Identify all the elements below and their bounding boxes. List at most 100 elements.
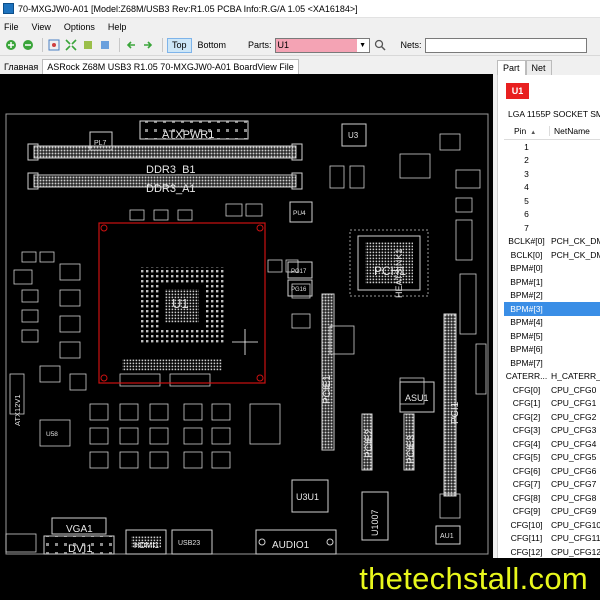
table-row[interactable]: CFG[10] CPU_CFG10 <box>504 518 600 532</box>
forward-arrow-icon[interactable] <box>141 39 154 52</box>
table-row[interactable]: CFG[5] CPU_CFG5 <box>504 451 600 465</box>
pcie1-label: PCIE1 <box>322 375 333 404</box>
watermark: thetechstall.com <box>0 558 600 600</box>
title-bar: 70-MXGJW0-A01 [Model:Z68M/USB3 Rev:R1.05… <box>0 0 600 18</box>
part-description: LGA 1155P SOCKET SMT <box>508 109 600 119</box>
zoom-out-icon[interactable] <box>21 39 34 52</box>
pin-cell: CFG[7] <box>512 479 541 490</box>
board-view-canvas[interactable]: ATXPWR1 DDR3_B1 DDR3_A1 PL7 U3 PU4 PG17 … <box>0 74 493 558</box>
table-row[interactable]: BPM#[6] <box>504 343 600 357</box>
ddr3-b1-label: DDR3_B1 <box>146 164 196 176</box>
table-row[interactable]: BPM#[4] <box>504 316 600 330</box>
table-row[interactable]: CFG[0] CPU_CFG0 <box>504 383 600 397</box>
parts-input[interactable] <box>275 38 357 52</box>
pcie1-slot[interactable] <box>321 293 335 451</box>
pin-cell: 1 <box>524 141 529 152</box>
top-side-toggle[interactable]: Top <box>167 37 192 53</box>
tab-boardview-file[interactable]: ASRock Z68M USB3 R1.05 70-MXGJW0-A01 Boa… <box>42 59 299 74</box>
netname-cell: CPU_CFG10 <box>551 519 600 530</box>
netname-cell: CPU_CFG12 <box>551 546 600 557</box>
watermark-text: thetechstall.com <box>359 561 588 596</box>
table-row[interactable]: CATERR...H_CATERR_N <box>504 370 600 384</box>
table-row[interactable]: 3 <box>504 167 600 181</box>
pin-cell: CFG[3] <box>512 425 541 436</box>
bottom-side-toggle[interactable]: Bottom <box>194 38 231 53</box>
pl7-label: PL7 <box>94 140 107 147</box>
table-row[interactable]: BPM#[2] <box>504 289 600 303</box>
table-row[interactable]: CFG[7] CPU_CFG7 <box>504 478 600 492</box>
atx12v-label: ATX12V1 <box>13 394 22 426</box>
table-row[interactable]: 5 <box>504 194 600 208</box>
tab-home[interactable]: Главная <box>0 59 42 74</box>
pin-cell: CFG[8] <box>512 492 541 503</box>
menu-file[interactable]: File <box>4 22 19 32</box>
table-row[interactable]: BCLK[0] PCH_CK_DMI <box>504 248 600 262</box>
pin-cell: BCLK[0] <box>510 249 543 260</box>
parts-label: Parts: <box>248 40 272 50</box>
pcie3-label: PCIE3 <box>406 435 417 464</box>
table-row[interactable]: BPM#[0] <box>504 262 600 276</box>
au1-label: AU1 <box>440 533 454 540</box>
fit-view-icon[interactable] <box>64 39 77 52</box>
table-row[interactable]: 6 <box>504 208 600 222</box>
part-info-panel: U1 LGA 1155P SOCKET SMT Pin ▲ NetName 1 2 3… <box>497 75 600 558</box>
board-drawing: ATXPWR1 DDR3_B1 DDR3_A1 PL7 U3 PU4 PG17 … <box>5 113 489 555</box>
table-row[interactable]: BPM#[1] <box>504 275 600 289</box>
table-row[interactable]: BPM#[5] <box>504 329 600 343</box>
pch-chip[interactable] <box>349 229 429 297</box>
ddr3-b1-slot[interactable] <box>27 143 303 161</box>
parts-combo[interactable]: ▼ <box>274 37 370 53</box>
search-icon[interactable] <box>374 39 387 52</box>
pin-cell: 4 <box>524 182 529 193</box>
table-row[interactable]: 4 <box>504 181 600 195</box>
pin-cell: BPM#[6] <box>510 344 543 355</box>
pin-cell: 7 <box>524 222 529 233</box>
table-row[interactable]: 7 <box>504 221 600 235</box>
table-row[interactable]: CFG[12] CPU_CFG12 <box>504 545 600 558</box>
table-row[interactable]: CFG[8] CPU_CFG8 <box>504 491 600 505</box>
zoom-in-icon[interactable] <box>4 39 17 52</box>
table-row[interactable]: CFG[9] CPU_CFG9 <box>504 505 600 519</box>
nets-input[interactable] <box>424 37 587 53</box>
pin-cell: BPM#[7] <box>510 357 543 368</box>
table-row[interactable]: CFG[3] CPU_CFG3 <box>504 424 600 438</box>
pin-cell: CFG[2] <box>512 411 541 422</box>
table-row[interactable]: CFG[1] CPU_CFG1 <box>504 397 600 411</box>
menu-view[interactable]: View <box>32 22 51 32</box>
netname-cell: CPU_CFG8 <box>551 492 597 503</box>
table-row[interactable]: BCLK#[0] PCH_CK_DMI <box>504 235 600 249</box>
zoom-area-icon[interactable] <box>47 39 60 52</box>
back-arrow-icon[interactable] <box>124 39 137 52</box>
column-netname[interactable]: NetName <box>549 126 600 136</box>
selected-part-button[interactable]: U1 <box>506 83 529 99</box>
u58-label: U58 <box>46 431 58 438</box>
toolbar-separator <box>162 38 163 52</box>
u1-label: U1 <box>172 296 189 311</box>
pin-cell: BPM#[1] <box>510 276 543 287</box>
table-row[interactable]: CFG[11] CPU_CFG11 <box>504 532 600 546</box>
menu-help[interactable]: Help <box>108 22 127 32</box>
pin-table-body: 1 2 3 4 5 6 7 BCLK#[0] PCH_CK_DMI BCLK[0] PCH_CK_D… <box>504 140 600 558</box>
pin-table: Pin▲ NetName 1 234567 BCLK#[0]PCH_CK_DMIBC… <box>504 123 600 558</box>
table-row[interactable]: 2 <box>504 154 600 168</box>
pin-cell: BPM#[2] <box>510 290 543 301</box>
tab-net[interactable]: Net <box>525 60 552 75</box>
pin-cell: CFG[4] <box>512 438 541 449</box>
table-row[interactable]: BPM#[3] <box>504 302 600 316</box>
chevron-down-icon[interactable]: ▼ <box>357 39 369 52</box>
table-row[interactable]: CFG[4] CPU_CFG4 <box>504 437 600 451</box>
mirror-icon[interactable] <box>98 39 111 52</box>
table-row[interactable]: 1 <box>504 140 600 154</box>
rotate-icon[interactable] <box>81 39 94 52</box>
table-row[interactable]: BPM#[7] <box>504 356 600 370</box>
pin-cell: CFG[11] <box>510 533 543 544</box>
table-row[interactable]: CFG[6] CPU_CFG6 <box>504 464 600 478</box>
pu4-label: PU4 <box>293 210 306 217</box>
menu-options[interactable]: Options <box>64 22 95 32</box>
dvi1-label: DVI1 <box>68 543 92 555</box>
table-row[interactable]: CFG[2] CPU_CFG2 <box>504 410 600 424</box>
app-icon <box>3 3 14 14</box>
tab-part[interactable]: Part <box>497 60 526 75</box>
atxpwr-label: ATXPWR1 <box>162 129 214 141</box>
column-pin[interactable]: Pin ▲ <box>504 126 549 136</box>
